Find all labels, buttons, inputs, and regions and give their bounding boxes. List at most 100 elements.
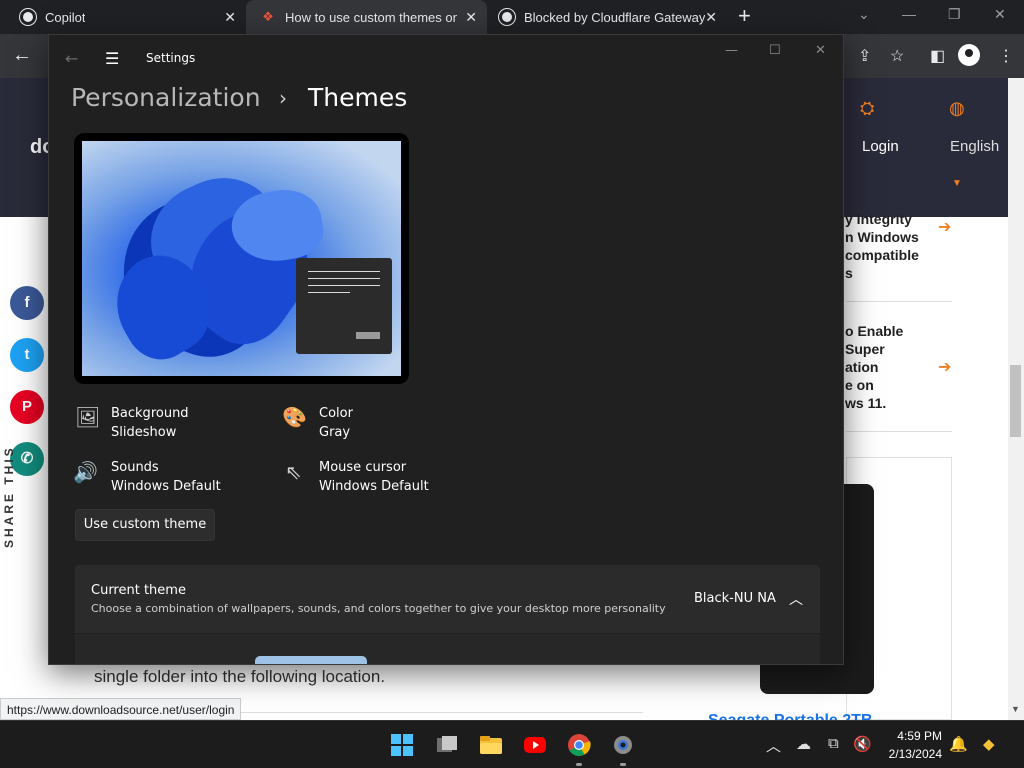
side-article-line: ation xyxy=(845,359,879,375)
tab-how-to-use-custom-themes[interactable]: ❖ How to use custom themes on W ✕ xyxy=(246,0,487,34)
side-article-line: ws 11. xyxy=(845,395,887,411)
window-title: Settings xyxy=(146,51,196,65)
background-label[interactable]: Background xyxy=(111,406,189,421)
mouse-cursor-value[interactable]: Windows Default xyxy=(319,479,429,494)
breadcrumb-separator: › xyxy=(279,86,287,110)
mock-line xyxy=(308,285,380,286)
settings-running-indicator xyxy=(620,763,626,766)
hamburger-menu-icon[interactable]: ☰ xyxy=(105,49,119,68)
article-paragraph: single folder into the following locatio… xyxy=(94,667,386,686)
tab-label: How to use custom themes on W xyxy=(285,9,457,25)
side-article-line: n Windows xyxy=(845,229,919,245)
preview-window-mock xyxy=(296,258,392,354)
link-status-bar: https://www.downloadsource.net/user/logi… xyxy=(0,698,242,720)
maximize-icon[interactable]: ☐ xyxy=(769,43,781,58)
tab-label: Blocked by Cloudflare Gateway xyxy=(524,9,706,25)
share-page-icon[interactable]: ⇪ xyxy=(858,46,871,66)
background-value[interactable]: Slideshow xyxy=(111,425,176,440)
file-explorer-icon[interactable] xyxy=(479,733,503,757)
wallpaper-preview xyxy=(82,141,401,376)
windows-start-icon[interactable] xyxy=(390,733,414,757)
sounds-label[interactable]: Sounds xyxy=(111,460,159,475)
tab-search-chevron-icon[interactable]: ⌄ xyxy=(858,6,870,23)
color-label[interactable]: Color xyxy=(319,406,353,421)
browser-close-icon[interactable]: ✕ xyxy=(994,6,1006,23)
cursor-icon: ⇖ xyxy=(285,460,302,484)
settings-gear-icon[interactable] xyxy=(611,733,635,757)
product-title-link[interactable]: Seagate Portable 2TB xyxy=(708,712,873,720)
mock-line xyxy=(308,292,350,293)
scrollbar-thumb[interactable] xyxy=(1010,365,1021,437)
task-view-icon[interactable] xyxy=(435,733,459,757)
twitter-share-icon[interactable]: t xyxy=(10,338,44,372)
theme-preview xyxy=(74,133,409,384)
tab-copilot[interactable]: Copilot ✕ xyxy=(0,0,246,34)
use-custom-theme-button[interactable]: Use custom theme xyxy=(75,509,215,541)
mouse-cursor-label[interactable]: Mouse cursor xyxy=(319,460,406,475)
current-theme-value: Black-NU NA xyxy=(694,591,776,606)
side-article-line: s xyxy=(845,265,853,281)
close-tab-icon[interactable]: ✕ xyxy=(705,9,717,26)
chrome-icon[interactable] xyxy=(567,733,591,757)
sounds-value[interactable]: Windows Default xyxy=(111,479,221,494)
current-theme-card[interactable]: Current theme Choose a combination of wa… xyxy=(75,565,820,633)
windows-taskbar: ︿ ☁ ⧉ 🔇 4:59 PM 2/13/2024 🔔 ◆ xyxy=(0,720,1024,768)
downloadsource-favicon-icon: ❖ xyxy=(262,9,274,24)
bookmark-star-icon[interactable]: ☆ xyxy=(890,46,904,66)
side-article-2[interactable]: o Enable Super ation e on ws 11. xyxy=(845,322,903,412)
close-icon[interactable]: ✕ xyxy=(815,43,826,58)
share-this-label: SHARE THIS xyxy=(2,445,16,548)
minimize-icon[interactable]: — xyxy=(725,43,738,58)
browser-tab-strip: Copilot ✕ ❖ How to use custom themes on … xyxy=(0,0,1024,34)
breadcrumb-personalization[interactable]: Personalization xyxy=(71,83,261,112)
current-theme-description: Choose a combination of wallpapers, soun… xyxy=(91,602,666,615)
new-tab-button[interactable]: + xyxy=(738,5,751,27)
login-icon[interactable]: ⛭ xyxy=(860,98,874,119)
onedrive-cloud-icon[interactable]: ☁ xyxy=(796,735,811,753)
mock-button xyxy=(356,332,380,339)
color-value[interactable]: Gray xyxy=(319,425,350,440)
palette-icon: 🎨 xyxy=(282,405,307,429)
globe-icon[interactable]: ◍ xyxy=(949,98,965,119)
browser-restore-icon[interactable]: ❐ xyxy=(948,6,961,23)
clock-date[interactable]: 2/13/2024 xyxy=(880,747,942,761)
tab-label: Copilot xyxy=(45,9,86,25)
close-tab-icon[interactable]: ✕ xyxy=(465,9,477,26)
chevron-up-icon[interactable]: ︿ xyxy=(789,589,803,609)
volume-muted-icon[interactable]: 🔇 xyxy=(853,735,872,753)
browser-menu-icon[interactable]: ⋮ xyxy=(998,46,1014,66)
youtube-icon[interactable] xyxy=(523,733,547,757)
notification-bell-icon[interactable]: 🔔 xyxy=(949,735,968,753)
profile-avatar-icon[interactable] xyxy=(958,44,980,66)
facebook-share-icon[interactable]: f xyxy=(10,286,44,320)
browser-back-icon[interactable]: ← xyxy=(12,44,32,67)
caret-down-icon[interactable]: ▼ xyxy=(952,178,962,189)
theme-thumbnail[interactable] xyxy=(255,656,367,664)
clock-time[interactable]: 4:59 PM xyxy=(886,729,942,743)
divider xyxy=(846,301,952,302)
globe-favicon-icon xyxy=(499,9,515,25)
login-link[interactable]: Login xyxy=(862,138,899,155)
scroll-down-arrow-icon[interactable]: ▼ xyxy=(1011,704,1020,714)
chrome-running-indicator xyxy=(576,763,582,766)
browser-minimize-icon[interactable]: — xyxy=(902,6,916,22)
side-article-line: y Integrity xyxy=(845,211,912,227)
back-arrow-icon[interactable]: ← xyxy=(65,49,78,68)
language-selector[interactable]: English xyxy=(950,138,999,155)
pinterest-share-icon[interactable]: P xyxy=(10,390,44,424)
copilot-pre-icon[interactable]: ◆ xyxy=(983,735,995,753)
arrow-right-icon[interactable]: ➔ xyxy=(938,217,951,237)
divider xyxy=(846,431,952,432)
close-tab-icon[interactable]: ✕ xyxy=(224,9,236,26)
tab-blocked-by-cloudflare[interactable]: Blocked by Cloudflare Gateway ✕ xyxy=(487,0,727,34)
network-icon[interactable]: ⧉ xyxy=(828,735,839,752)
side-panel-icon[interactable]: ◧ xyxy=(930,46,945,66)
side-article-line: compatible xyxy=(845,247,919,263)
side-article-1[interactable]: y Integrity n Windows compatible s xyxy=(845,210,919,282)
page-title: Themes xyxy=(308,83,408,112)
show-hidden-icons-chevron-icon[interactable]: ︿ xyxy=(766,735,781,756)
side-article-line: e on xyxy=(845,377,874,393)
settings-window: ← ☰ Settings — ☐ ✕ Personalization › The… xyxy=(48,34,844,665)
arrow-right-icon[interactable]: ➔ xyxy=(938,357,951,377)
side-article-line: Super xyxy=(845,341,885,357)
